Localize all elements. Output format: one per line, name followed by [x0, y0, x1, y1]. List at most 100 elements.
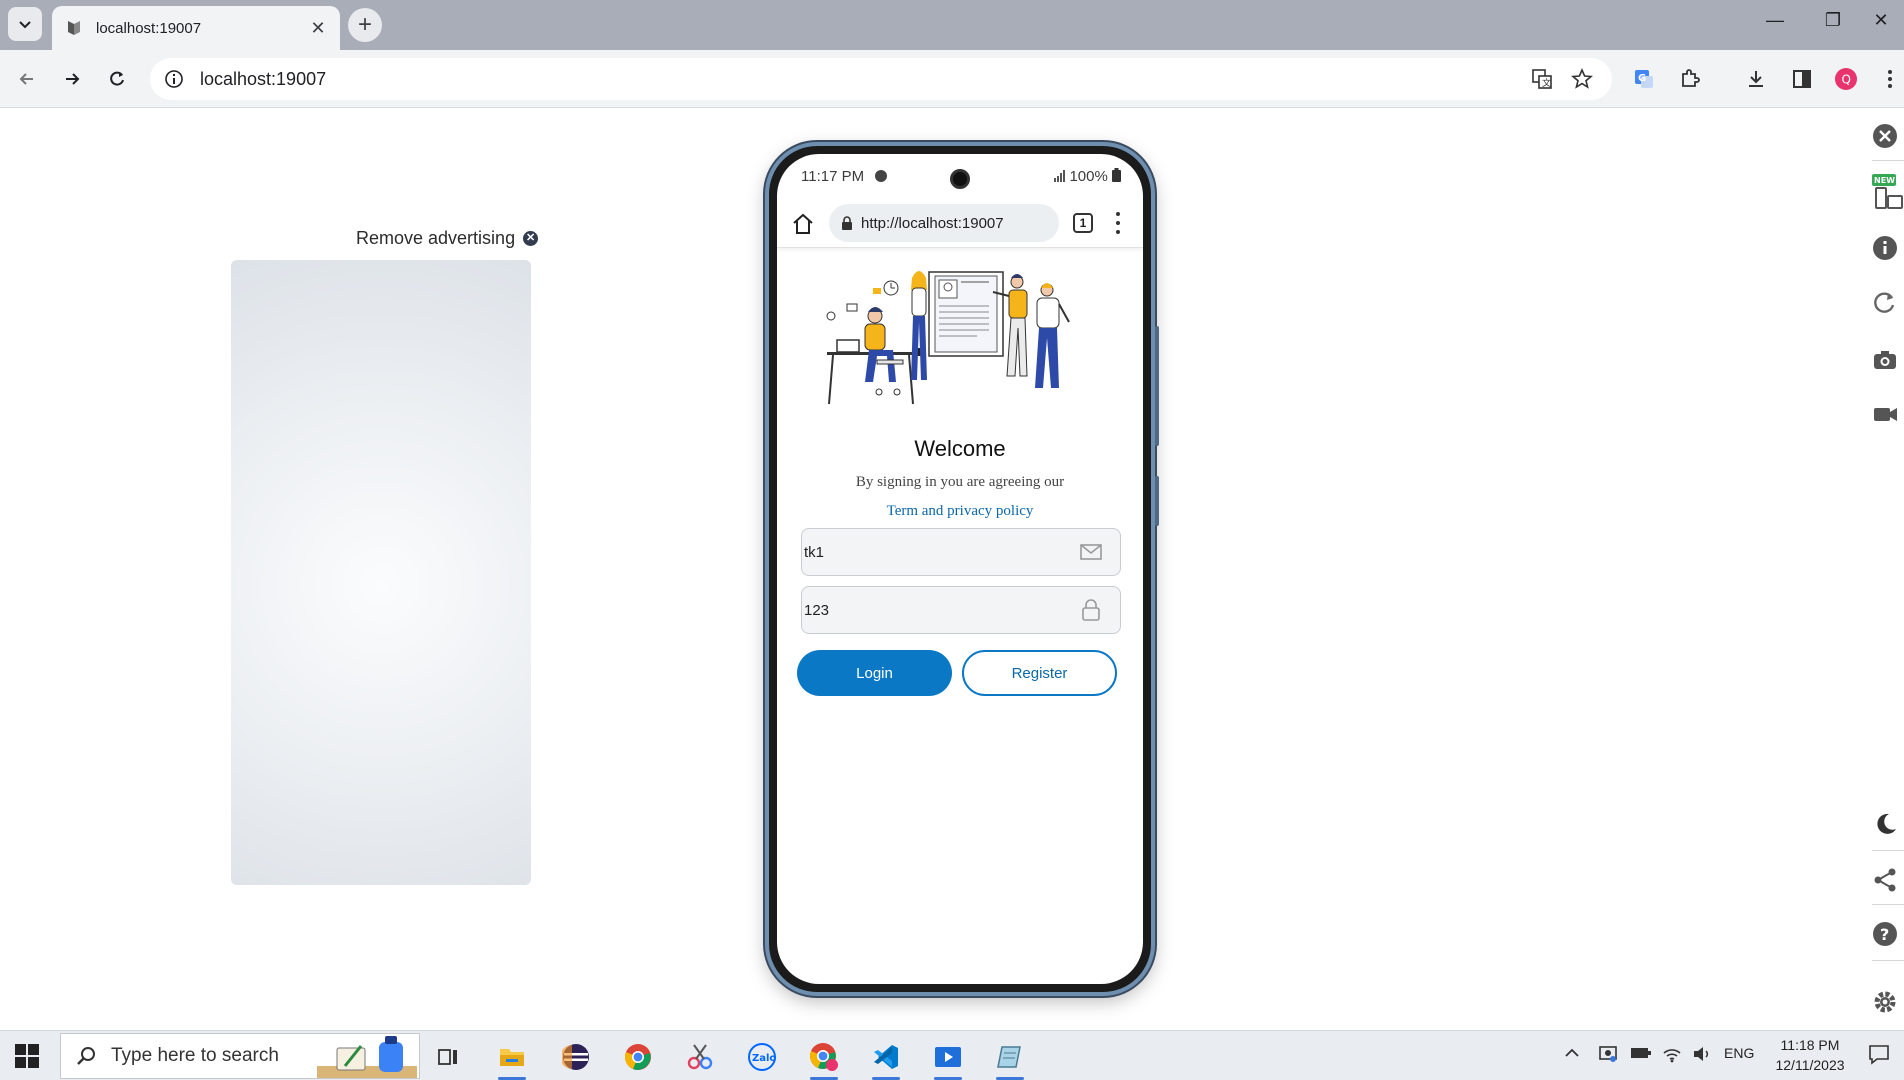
taskbar-search-box[interactable]: Type here to search — [60, 1033, 420, 1079]
close-window-button[interactable]: ✕ — [1858, 10, 1904, 31]
mobile-tab-switcher[interactable]: 1 — [1073, 213, 1093, 233]
phone-status-right: 100% — [1053, 168, 1121, 185]
download-icon[interactable] — [1740, 63, 1772, 95]
new-tab-button[interactable]: + — [348, 8, 382, 42]
svg-text:文: 文 — [1542, 77, 1551, 89]
terms-link[interactable]: Term and privacy policy — [777, 503, 1143, 520]
translate-icon[interactable]: 文 — [1526, 63, 1558, 95]
phone-status-time: 11:17 PM — [801, 168, 865, 185]
reload-icon — [110, 71, 124, 86]
site-info-icon[interactable] — [164, 69, 184, 89]
volume-icon[interactable] — [1692, 1045, 1712, 1066]
register-button[interactable]: Register — [962, 650, 1117, 696]
phone-volume-button — [1155, 326, 1159, 446]
profile-avatar[interactable]: Q — [1830, 63, 1862, 95]
extensions-puzzle-icon[interactable] — [1674, 63, 1706, 95]
zalo-icon[interactable]: Zalo — [742, 1037, 782, 1077]
battery-tray-icon[interactable] — [1630, 1045, 1652, 1064]
taskbar-date: 12/11/2023 — [1775, 1057, 1845, 1073]
google-translate-extension-icon[interactable]: G — [1628, 63, 1660, 95]
browser-menu-icon[interactable] — [1874, 63, 1904, 95]
device-new-icon[interactable]: NEW — [1872, 172, 1904, 212]
settings-gear-icon[interactable] — [1872, 986, 1904, 1018]
language-indicator[interactable]: ENG — [1724, 1045, 1754, 1061]
windows-start-icon[interactable] — [14, 1043, 40, 1069]
side-panel-icon[interactable] — [1786, 63, 1818, 95]
file-explorer-icon[interactable] — [492, 1037, 532, 1080]
favicon-icon — [68, 21, 80, 35]
phone-screen: 11:17 PM 100% http://localhost:19007 1 W… — [777, 154, 1143, 984]
dark-mode-moon-icon[interactable] — [1872, 808, 1904, 840]
mobile-browser-bar: http://localhost:19007 1 — [777, 198, 1143, 248]
tab-search-button[interactable] — [8, 7, 42, 41]
search-highlight-illustration-icon — [317, 1036, 417, 1078]
side-divider-3 — [1872, 904, 1904, 905]
help-icon[interactable]: ? — [1872, 918, 1904, 950]
signal-icon — [1054, 170, 1066, 182]
browser-tab[interactable]: localhost:19007 ✕ — [52, 6, 340, 50]
remove-advertising-label: Remove advertising — [356, 228, 516, 248]
arrow-right-icon — [66, 73, 80, 85]
svg-text:Q: Q — [1842, 73, 1851, 87]
chrome-profile-icon[interactable] — [804, 1037, 844, 1080]
close-panel-icon[interactable] — [1872, 120, 1904, 152]
home-icon[interactable] — [791, 212, 815, 236]
tab-strip: localhost:19007 ✕ + — ❐ ✕ — [0, 0, 1904, 50]
chevron-down-icon — [19, 21, 31, 29]
mobile-menu-icon[interactable] — [1115, 212, 1121, 234]
ad-placeholder — [231, 260, 531, 885]
info-icon[interactable] — [1872, 232, 1904, 264]
reload-button[interactable] — [100, 62, 134, 96]
vscode-icon[interactable] — [866, 1037, 906, 1080]
taskbar-time: 11:18 PM — [1780, 1037, 1840, 1053]
notification-icon — [875, 170, 887, 182]
eclipse-icon[interactable] — [556, 1037, 596, 1077]
taskbar-clock[interactable]: 11:18 PM 12/11/2023 — [1760, 1035, 1860, 1075]
notepad-icon[interactable] — [990, 1037, 1030, 1080]
share-icon[interactable] — [1872, 864, 1904, 896]
chrome-icon[interactable] — [618, 1037, 658, 1077]
taskbar-search-placeholder: Type here to search — [111, 1045, 279, 1066]
browser-toolbar: localhost:19007 文 G Q — [0, 50, 1904, 108]
forward-button[interactable] — [55, 62, 89, 96]
meet-now-icon[interactable] — [1598, 1045, 1618, 1066]
rotate-icon[interactable] — [1872, 286, 1904, 318]
address-url: localhost:19007 — [200, 68, 327, 89]
notification-center-icon[interactable] — [1868, 1043, 1890, 1068]
login-button[interactable]: Login — [797, 650, 952, 696]
wifi-icon[interactable] — [1662, 1045, 1682, 1066]
bookmark-star-icon[interactable] — [1566, 63, 1598, 95]
back-button[interactable] — [10, 62, 44, 96]
username-field[interactable]: tk1 — [801, 528, 1121, 576]
mobile-address-bar[interactable]: http://localhost:19007 — [829, 204, 1059, 242]
tab-close-icon[interactable]: ✕ — [308, 18, 328, 39]
restore-button[interactable]: ❐ — [1810, 10, 1856, 31]
close-ad-icon[interactable]: ✕ — [523, 231, 539, 246]
media-player-icon[interactable] — [928, 1037, 968, 1080]
video-camera-icon[interactable] — [1872, 398, 1904, 430]
address-bar[interactable]: localhost:19007 — [150, 58, 1612, 100]
side-divider — [1872, 160, 1904, 161]
svg-text:Zalo: Zalo — [752, 1053, 776, 1064]
agreement-text: By signing in you are agreeing our — [855, 474, 1065, 490]
side-divider-4 — [1872, 960, 1904, 961]
lock-icon — [842, 216, 852, 230]
svg-text:G: G — [1638, 73, 1646, 84]
side-divider-2 — [1872, 850, 1904, 851]
camera-icon[interactable] — [1872, 344, 1904, 376]
username-value: tk1 — [804, 543, 825, 561]
remove-advertising-link[interactable]: Remove advertising ✕ — [356, 228, 539, 249]
arrow-left-icon — [19, 73, 33, 85]
team-illustration — [826, 271, 1070, 405]
tab-title: localhost:19007 — [96, 19, 202, 37]
minimize-button[interactable]: — — [1752, 10, 1798, 31]
snipping-tool-icon[interactable] — [680, 1037, 720, 1077]
lock-icon — [1082, 599, 1100, 621]
search-icon — [77, 1047, 95, 1065]
welcome-title: Welcome — [914, 436, 1006, 461]
show-hidden-icons-chevron-icon[interactable] — [1564, 1045, 1580, 1064]
new-badge: NEW — [1874, 176, 1895, 185]
password-field[interactable]: 123 — [801, 586, 1121, 634]
battery-icon — [1112, 168, 1121, 182]
task-view-icon[interactable] — [428, 1037, 468, 1077]
